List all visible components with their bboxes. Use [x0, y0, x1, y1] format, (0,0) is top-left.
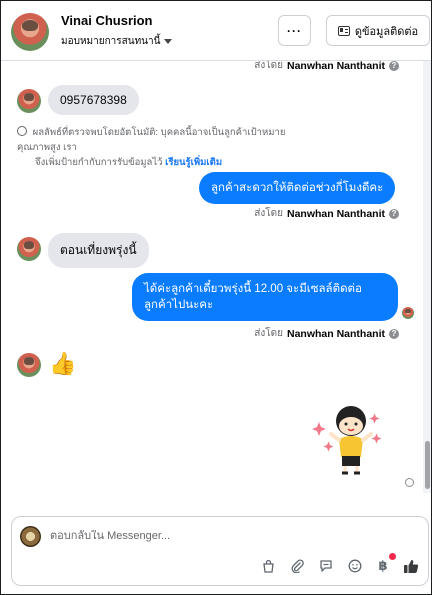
assign-conversation-dropdown[interactable]: มอบหมายการสนทนานี้ — [61, 34, 173, 49]
thumbs-up-emoji[interactable]: 👍 — [49, 351, 76, 377]
view-contact-info-label: ดูข้อมูลติดต่อ — [354, 25, 419, 38]
scrollbar-thumb[interactable] — [425, 441, 430, 489]
notification-dot — [389, 553, 396, 560]
sent-by-meta: ส่งโดย Nanwhan Nanthanit ? — [254, 326, 399, 341]
outgoing-message[interactable]: ได้ค่ะลูกค้าเดี๋ยวพรุ่งนี้ 12.00 จะมีเซล… — [132, 273, 398, 321]
sender-name: Nanwhan Nanthanit — [286, 327, 385, 340]
help-icon[interactable]: ? — [389, 61, 399, 71]
message-feed[interactable]: ส่งโดย Nanwhan Nanthanit ? 0957678398 ผล… — [1, 61, 431, 493]
bag-icon[interactable] — [259, 557, 277, 575]
contact-avatar[interactable] — [11, 13, 49, 51]
sender-name: Nanwhan Nanthanit — [286, 207, 385, 220]
contact-name[interactable]: Vinai Chusrion — [61, 13, 153, 28]
contact-avatar-small[interactable] — [17, 353, 41, 377]
paperclip-icon[interactable] — [288, 557, 306, 575]
emoji-icon[interactable] — [346, 557, 364, 575]
saved-reply-icon[interactable] — [317, 557, 335, 575]
sent-by-meta: ส่งโดย Nanwhan Nanthanit ? — [254, 61, 399, 73]
auto-detect-notice: ผลลัพธ์ที่ตรวจพบโดยอัตโนมัติ: บุคคลนี้อา… — [17, 126, 286, 168]
reply-input[interactable] — [50, 530, 400, 542]
view-contact-info-button[interactable]: ดูข้อมูลติดต่อ — [326, 15, 430, 46]
help-icon[interactable]: ? — [389, 208, 399, 219]
conversation-header: Vinai Chusrion มอบหมายการสนทนานี้ ··· ดู… — [1, 1, 431, 61]
page-avatar — [20, 526, 41, 547]
contact-card-icon — [337, 25, 350, 36]
atom-icon — [17, 126, 27, 136]
assign-label: มอบหมายการสนทนานี้ — [61, 36, 161, 47]
caret-down-icon — [164, 39, 173, 44]
like-icon[interactable] — [402, 557, 420, 575]
outgoing-message[interactable]: ลูกค้าสะดวกให้ติดต่อช่วงกี่โมงดีคะ — [199, 172, 396, 204]
contact-avatar-small[interactable] — [17, 89, 41, 113]
incoming-message[interactable]: 0957678398 — [48, 85, 139, 115]
baht-icon[interactable]: ฿ — [374, 557, 392, 575]
sender-name: Nanwhan Nanthanit — [286, 61, 385, 72]
reply-composer: ฿ — [11, 516, 429, 586]
more-options-button[interactable]: ··· — [278, 15, 311, 46]
contact-avatar-small[interactable] — [17, 237, 41, 261]
seen-indicator-icon — [405, 478, 414, 487]
learn-more-link[interactable]: เรียนรู้เพิ่มเติม — [165, 157, 222, 168]
help-icon[interactable]: ? — [389, 328, 399, 339]
incoming-message[interactable]: ตอนเที่ยงพรุ่งนี้ — [48, 233, 149, 268]
sent-by-meta: ส่งโดย Nanwhan Nanthanit ? — [254, 206, 399, 221]
scrollbar-track[interactable] — [423, 61, 431, 493]
read-receipt-avatar — [402, 307, 414, 319]
conversation-panel: Vinai Chusrion มอบหมายการสนทนานี้ ··· ดู… — [0, 0, 432, 595]
girl-sticker[interactable] — [311, 399, 383, 479]
